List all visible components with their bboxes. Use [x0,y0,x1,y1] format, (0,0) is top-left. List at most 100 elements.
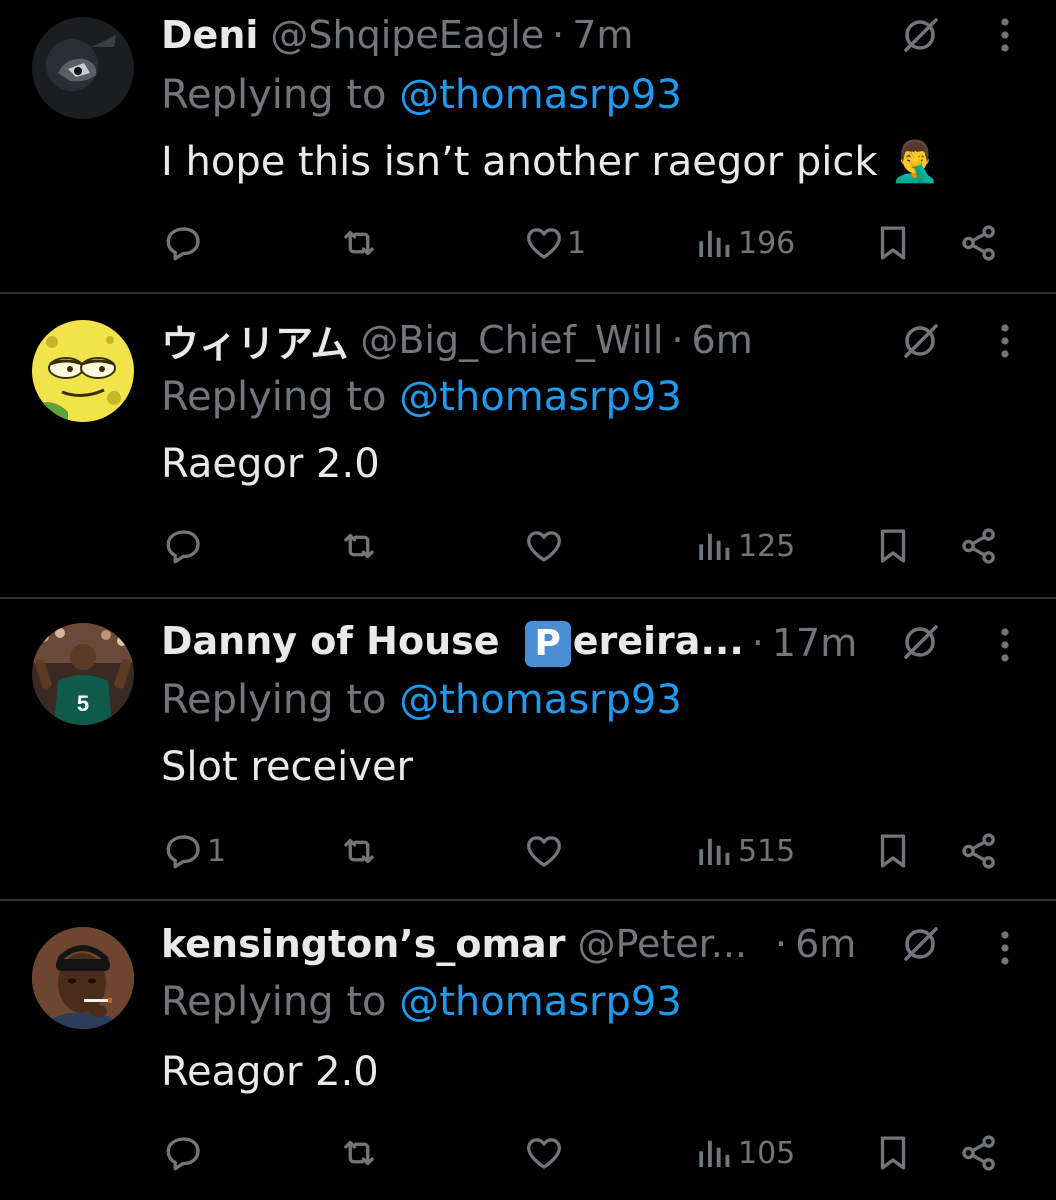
reply-button[interactable] [163,521,207,571]
views-count: 105 [738,1135,796,1171]
share-button[interactable] [958,218,1000,268]
timestamp[interactable]: 17m [772,621,857,665]
bookmark-button[interactable] [872,1128,914,1178]
tweet-header: ウィリアム @Big_Chief_Will · 6m [161,316,753,366]
like-button[interactable] [523,521,567,571]
like-button[interactable]: 1 [523,218,586,268]
share-button[interactable] [958,521,1000,571]
user-handle[interactable]: @Big_Chief_Will [360,318,663,362]
tweet[interactable]: ウィリアム @Big_Chief_Will · 6m Replying to @… [0,294,1056,598]
separator-dot: · [552,13,565,57]
mention-link[interactable]: @thomasrp93 [399,374,682,420]
like-button[interactable] [523,1128,567,1178]
reply-icon [163,830,205,872]
mention-link[interactable]: @thomasrp93 [399,677,682,723]
share-icon [958,222,1000,264]
more-icon[interactable] [988,926,1022,970]
replying-label: Replying to [161,72,387,118]
timestamp[interactable]: 7m [572,13,633,57]
tweet-text: Reagor 2.0 [161,1049,379,1095]
action-bar: 105 [0,1128,1056,1178]
views-button[interactable]: 515 [694,826,795,876]
retweet-button[interactable] [338,1128,382,1178]
retweet-button[interactable] [338,218,382,268]
tweet-header: kensington’s_omar @Peter... · 6m [161,920,856,968]
heart-icon [523,830,565,872]
reply-button[interactable] [163,218,207,268]
retweet-icon [338,830,380,872]
grok-icon[interactable] [898,922,942,966]
avatar[interactable] [32,320,134,422]
bookmark-button[interactable] [872,521,914,571]
bookmark-icon [872,830,914,872]
action-bar: 1 196 [0,218,1056,268]
reply-button[interactable]: 1 [163,826,226,876]
tweet-text: I hope this isn’t another raegor pick 🤦‍… [161,139,941,185]
share-icon [958,1132,1000,1174]
user-handle[interactable]: @ShqipeEagle [270,13,544,57]
reply-button[interactable] [163,1128,207,1178]
avatar[interactable] [32,17,134,119]
avatar[interactable] [32,927,134,1029]
views-button[interactable]: 196 [694,218,795,268]
bookmark-icon [872,525,914,567]
tweet[interactable]: kensington’s_omar @Peter... · 6m Replyin… [0,901,1056,1200]
tweet[interactable]: Deni @ShqipeEagle · 7m Replying to @thom… [0,0,1056,293]
views-count: 196 [738,225,796,261]
replying-label: Replying to [161,677,387,723]
svg-text:5: 5 [77,691,89,716]
reply-feed: Deni @ShqipeEagle · 7m Replying to @thom… [0,0,1056,1200]
mention-link[interactable]: @thomasrp93 [399,72,682,118]
grok-icon[interactable] [898,620,942,664]
bookmark-button[interactable] [872,826,914,876]
display-name[interactable]: Deni [161,13,258,57]
share-icon [958,830,1000,872]
views-count: 125 [738,528,796,564]
parking-emoji-badge: P [524,620,571,667]
tweet-text: Slot receiver [161,744,413,790]
like-count: 1 [567,225,587,261]
views-icon [694,525,736,567]
reply-icon [163,1132,205,1174]
display-name[interactable]: kensington’s_omar [161,922,565,966]
mention-link[interactable]: @thomasrp93 [399,979,682,1025]
replying-to: Replying to @thomasrp93 [161,374,682,420]
retweet-button[interactable] [338,826,382,876]
share-button[interactable] [958,826,1000,876]
reply-icon [163,525,205,567]
views-button[interactable]: 105 [694,1128,795,1178]
reply-count: 1 [207,833,227,869]
bookmark-icon [872,1132,914,1174]
retweet-button[interactable] [338,521,382,571]
views-button[interactable]: 125 [694,521,795,571]
display-name[interactable]: ウィリアム [161,313,348,368]
share-button[interactable] [958,1128,1000,1178]
bookmark-icon [872,222,914,264]
heart-icon [523,1132,565,1174]
tweet-text: Raegor 2.0 [161,441,380,487]
retweet-icon [338,525,380,567]
replying-label: Replying to [161,374,387,420]
tweet[interactable]: 5 Danny of House Pereira... · 17m Replyi… [0,599,1056,900]
display-name[interactable]: Danny of House Pereira... [161,619,744,667]
grok-icon[interactable] [898,319,942,363]
more-icon[interactable] [988,13,1022,57]
views-icon [694,222,736,264]
user-handle[interactable]: @Peter... [577,922,747,966]
timestamp[interactable]: 6m [795,922,856,966]
more-icon[interactable] [988,623,1022,667]
views-icon [694,830,736,872]
separator-dot: · [775,922,788,966]
display-name-prefix: Danny of House [161,619,513,664]
retweet-icon [338,1132,380,1174]
grok-icon[interactable] [898,13,942,57]
timestamp[interactable]: 6m [692,318,753,362]
avatar[interactable]: 5 [32,623,134,725]
action-bar: 1 515 [0,826,1056,876]
more-icon[interactable] [988,319,1022,363]
separator-dot: · [751,621,764,665]
tweet-header: Deni @ShqipeEagle · 7m [161,11,633,59]
bookmark-button[interactable] [872,218,914,268]
retweet-icon [338,222,380,264]
like-button[interactable] [523,826,567,876]
